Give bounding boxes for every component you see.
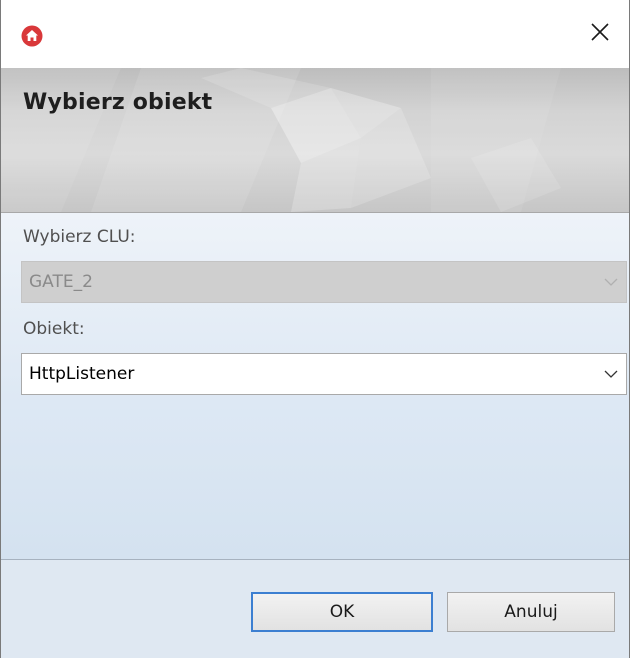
object-label: Obiekt: — [23, 319, 85, 339]
clu-select[interactable]: GATE_2 — [21, 261, 627, 303]
clu-label: Wybierz CLU: — [23, 227, 136, 247]
chevron-down-icon — [596, 278, 626, 286]
clu-select-value: GATE_2 — [29, 272, 93, 292]
chevron-down-icon — [596, 370, 626, 378]
close-button[interactable] — [571, 14, 629, 54]
dialog-window: Wybierz obiekt Wybierz CLU: GATE_2 Obiek… — [0, 0, 630, 658]
header-banner: Wybierz obiekt — [1, 68, 629, 213]
dialog-footer: OK Anuluj — [1, 559, 629, 658]
form-area: Wybierz CLU: GATE_2 Obiekt: HttpListener — [1, 213, 629, 559]
ok-button[interactable]: OK — [251, 592, 433, 632]
dialog-title: Wybierz obiekt — [23, 90, 213, 115]
object-select[interactable]: HttpListener — [21, 353, 627, 395]
cancel-button[interactable]: Anuluj — [447, 592, 615, 632]
object-select-value: HttpListener — [29, 364, 135, 384]
title-bar — [1, 0, 629, 68]
home-logo-icon — [21, 25, 43, 47]
close-icon — [591, 23, 609, 45]
